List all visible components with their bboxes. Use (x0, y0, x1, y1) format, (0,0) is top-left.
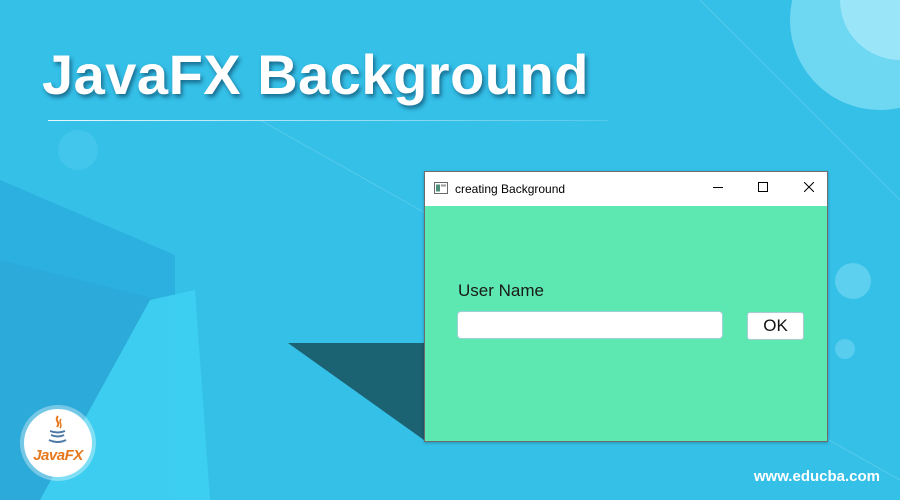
title-divider (48, 120, 608, 121)
user-name-label: User Name (458, 281, 544, 300)
user-name-input[interactable] (457, 311, 723, 339)
maximize-button[interactable] (740, 172, 786, 202)
close-icon (804, 182, 814, 192)
window-titlebar[interactable]: creating Background (425, 172, 827, 206)
minimize-button[interactable] (695, 172, 741, 202)
app-window-icon (434, 182, 448, 194)
banner-title: JavaFX Background (42, 43, 589, 106)
close-button[interactable] (786, 172, 832, 202)
window-title: creating Background (455, 182, 566, 196)
minimize-icon (713, 187, 723, 188)
site-url: www.educba.com (753, 468, 880, 485)
javafx-logo: JavaFX (24, 409, 92, 477)
java-cup-icon (48, 415, 67, 443)
logo-text: JavaFX (33, 447, 83, 464)
app-window: creating Background User Name OK (424, 171, 828, 442)
maximize-icon (758, 182, 768, 192)
ok-button[interactable]: OK (747, 312, 804, 340)
